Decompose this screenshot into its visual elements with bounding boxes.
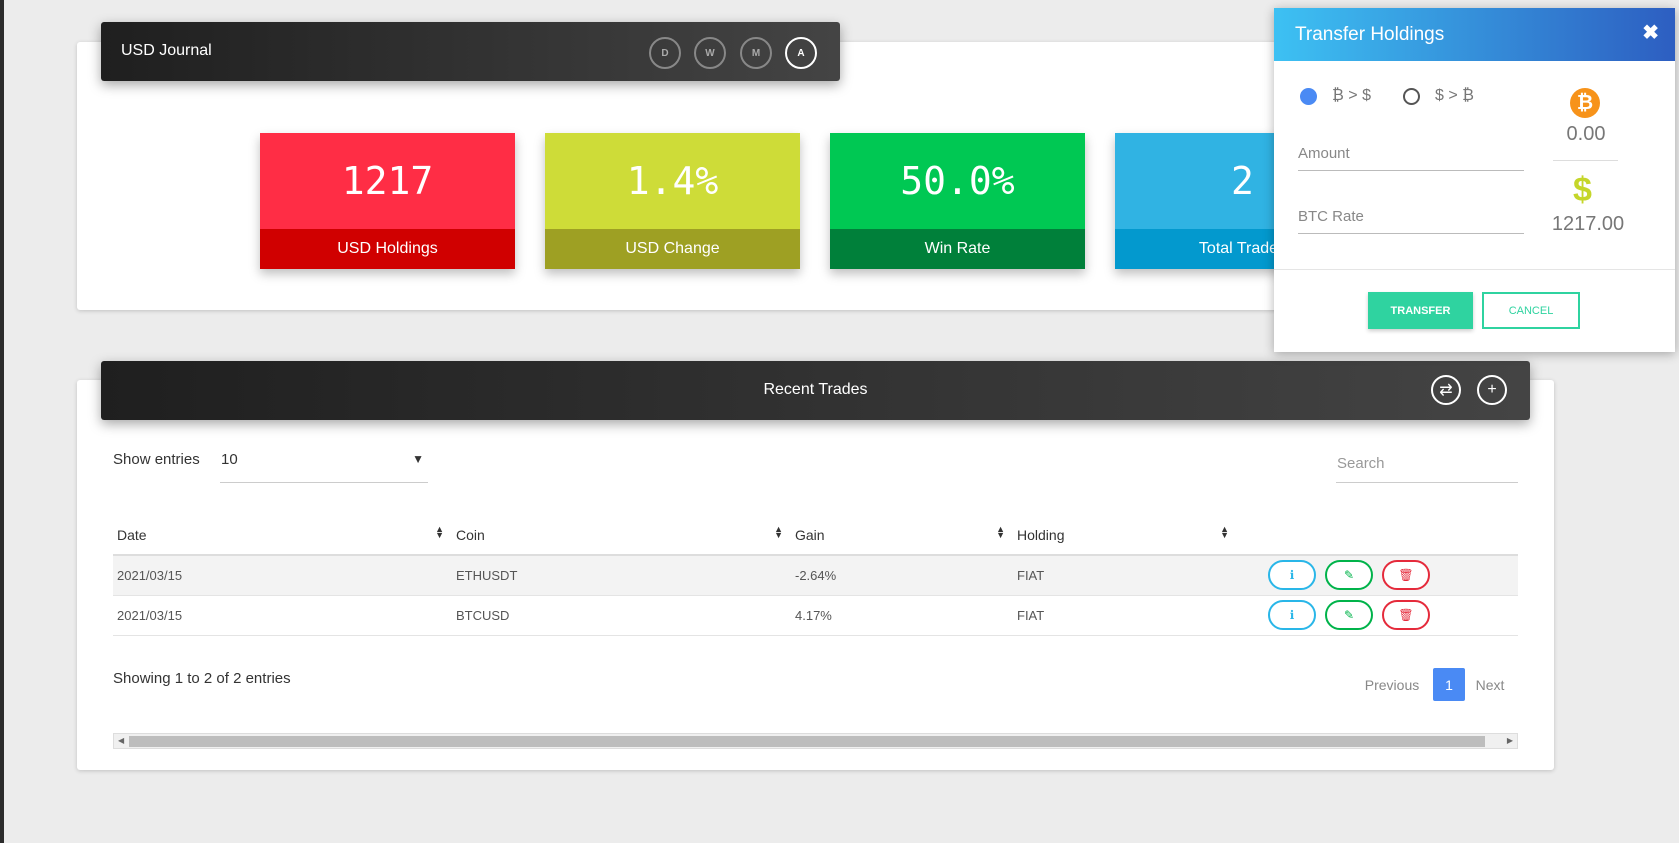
transfer-button[interactable]: TRANSFER bbox=[1368, 292, 1473, 329]
cell-date: 2021/03/15 bbox=[113, 595, 452, 636]
column-gain[interactable]: Gain ▲ ▼ bbox=[791, 515, 1013, 556]
table-row: 2021/03/15 BTCUSD 4.17% FIAT ℹ ✎ 🗑 bbox=[113, 595, 1518, 636]
scroll-left-icon[interactable]: ◀ bbox=[118, 734, 124, 748]
divider bbox=[1553, 160, 1618, 161]
sort-icon: ▲ ▼ bbox=[774, 524, 783, 540]
edit-icon: ✎ bbox=[1343, 568, 1355, 583]
pagination-next[interactable]: Next bbox=[1470, 668, 1510, 701]
info-button[interactable]: ℹ bbox=[1268, 600, 1316, 630]
usd-change-label: USD Change bbox=[545, 229, 800, 269]
info-button[interactable]: ℹ bbox=[1268, 560, 1316, 591]
usd-holdings-value: 1217 bbox=[260, 133, 515, 229]
table-info: Showing 1 to 2 of 2 entries bbox=[113, 670, 291, 687]
edit-icon: ✎ bbox=[1343, 608, 1355, 622]
trash-icon: 🗑 bbox=[1398, 568, 1414, 583]
trash-icon: 🗑 bbox=[1398, 608, 1414, 622]
cell-coin: ETHUSDT bbox=[452, 555, 791, 596]
journal-title: USD Journal bbox=[121, 42, 212, 59]
caret-down-icon: ▼ bbox=[412, 452, 424, 466]
radio-usd-to-btc[interactable] bbox=[1403, 88, 1420, 105]
transfer-modal: Transfer Holdings ✖ bbox=[1274, 8, 1675, 352]
usd-balance: 1217.00 bbox=[1551, 213, 1625, 235]
cell-date: 2021/03/15 bbox=[113, 555, 452, 596]
sort-icon: ▲ ▼ bbox=[435, 524, 444, 540]
edit-button[interactable]: ✎ bbox=[1325, 560, 1373, 591]
period-all-button[interactable]: A bbox=[785, 37, 817, 69]
trades-title: Recent Trades bbox=[763, 381, 868, 398]
cell-coin: BTCUSD bbox=[452, 595, 791, 636]
btc-rate-field[interactable]: BTC Rate bbox=[1298, 200, 1524, 234]
column-coin[interactable]: Coin ▲ ▼ bbox=[452, 515, 791, 556]
usd-holdings-label: USD Holdings bbox=[260, 229, 515, 269]
usd-change-tile: 1.4% USD Change bbox=[545, 133, 800, 269]
transfer-toggle-button[interactable]: ⇄ bbox=[1431, 375, 1461, 405]
add-trade-button[interactable]: + bbox=[1477, 375, 1507, 405]
column-date-label: Date bbox=[117, 526, 147, 543]
amount-field[interactable]: Amount bbox=[1298, 137, 1524, 171]
win-rate-label: Win Rate bbox=[830, 229, 1085, 269]
horizontal-scrollbar[interactable]: ◀ ▶ bbox=[113, 733, 1518, 749]
trades-header: Recent Trades ⇄ + bbox=[101, 361, 1530, 420]
bitcoin-icon: ₿ bbox=[1570, 88, 1600, 118]
period-month-button[interactable]: M bbox=[740, 37, 772, 69]
radio-usd-to-btc-label: $ > ₿ bbox=[1435, 87, 1474, 104]
window-edge bbox=[0, 0, 4, 843]
modal-title: Transfer Holdings bbox=[1295, 24, 1445, 45]
delete-button[interactable]: 🗑 bbox=[1382, 560, 1430, 591]
sort-icon: ▲ ▼ bbox=[1220, 524, 1229, 540]
entries-select[interactable]: 10 ▼ bbox=[220, 443, 428, 483]
swap-icon: ⇄ bbox=[1439, 382, 1453, 399]
dollar-icon: $ bbox=[1573, 171, 1592, 209]
cell-gain: -2.64% bbox=[791, 555, 1013, 596]
show-entries-label: Show entries bbox=[113, 451, 200, 468]
delete-button[interactable]: 🗑 bbox=[1382, 600, 1430, 630]
table-row: 2021/03/15 ETHUSDT -2.64% FIAT ℹ ✎ 🗑 bbox=[113, 555, 1518, 596]
column-coin-label: Coin bbox=[456, 526, 485, 543]
info-icon: ℹ bbox=[1289, 608, 1295, 622]
usd-holdings-tile: 1217 USD Holdings bbox=[260, 133, 515, 269]
pagination-page-1[interactable]: 1 bbox=[1433, 668, 1465, 701]
column-gain-label: Gain bbox=[795, 526, 825, 543]
cancel-button[interactable]: CANCEL bbox=[1482, 292, 1580, 329]
cell-holding: FIAT bbox=[1013, 555, 1237, 596]
journal-header: USD Journal D W M A bbox=[101, 22, 840, 81]
scrollbar-thumb[interactable] bbox=[129, 736, 1485, 747]
usd-change-value: 1.4% bbox=[545, 133, 800, 229]
btc-balance: 0.00 bbox=[1566, 123, 1606, 145]
column-actions bbox=[1237, 515, 1518, 556]
trades-table: Date ▲ ▼ Coin ▲ ▼ Gain ▲ ▼ Holding ▲ ▼ 2021/03/1… bbox=[113, 515, 1518, 636]
column-holding[interactable]: Holding ▲ ▼ bbox=[1013, 515, 1237, 556]
scroll-right-icon[interactable]: ▶ bbox=[1507, 734, 1513, 748]
cell-actions: ℹ ✎ 🗑 bbox=[1237, 595, 1518, 636]
cell-actions: ℹ ✎ 🗑 bbox=[1237, 555, 1518, 596]
entries-select-value: 10 bbox=[221, 451, 238, 468]
edit-button[interactable]: ✎ bbox=[1325, 600, 1373, 630]
win-rate-value: 50.0% bbox=[830, 133, 1085, 229]
modal-header: Transfer Holdings ✖ bbox=[1274, 8, 1675, 61]
period-week-button[interactable]: W bbox=[694, 37, 726, 69]
cell-holding: FIAT bbox=[1013, 595, 1237, 636]
search-input[interactable] bbox=[1336, 445, 1518, 483]
period-day-button[interactable]: D bbox=[649, 37, 681, 69]
sort-icon: ▲ ▼ bbox=[996, 524, 1005, 540]
cell-gain: 4.17% bbox=[791, 595, 1013, 636]
radio-btc-to-usd-label: ₿ > $ bbox=[1332, 87, 1371, 104]
plus-icon: + bbox=[1487, 381, 1497, 398]
close-icon[interactable]: ✖ bbox=[1642, 20, 1659, 45]
divider bbox=[1274, 269, 1675, 270]
column-holding-label: Holding bbox=[1017, 526, 1065, 543]
radio-btc-to-usd[interactable] bbox=[1300, 88, 1317, 105]
info-icon: ℹ bbox=[1289, 568, 1295, 583]
win-rate-tile: 50.0% Win Rate bbox=[830, 133, 1085, 269]
pagination-previous[interactable]: Previous bbox=[1362, 668, 1422, 701]
column-date[interactable]: Date ▲ ▼ bbox=[113, 515, 452, 556]
